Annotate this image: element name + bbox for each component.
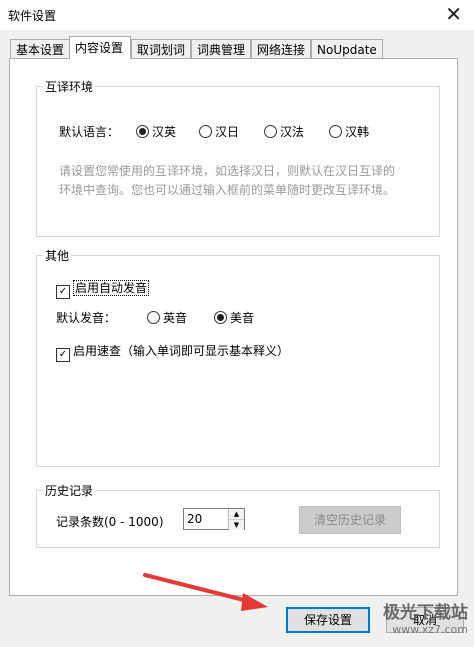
watermark-logo: 极光下载站 www.xz7.com xyxy=(383,603,468,636)
save-button[interactable]: 保存设置 xyxy=(286,607,370,633)
tab-content-settings[interactable]: 内容设置 xyxy=(69,36,131,59)
annotation-arrow-icon xyxy=(143,573,268,611)
